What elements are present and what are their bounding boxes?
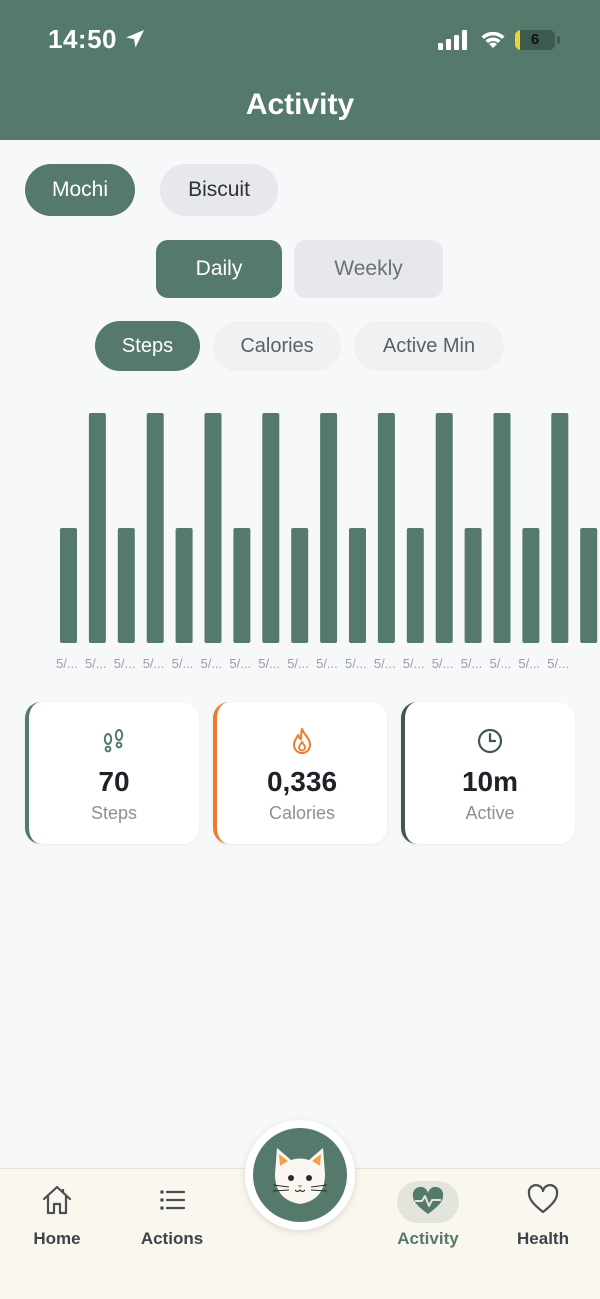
tab-actions[interactable]: Actions (117, 1169, 227, 1269)
heart-icon (527, 1184, 559, 1214)
chart-x-tick-label: 5/... (287, 656, 309, 671)
chart-bar (233, 528, 251, 643)
tab-actions-label: Actions (140, 1229, 204, 1248)
metric-tab-calories[interactable]: Calories (213, 321, 341, 371)
chart-bar (175, 528, 193, 643)
location-arrow-icon (126, 30, 144, 48)
chart-bar (204, 413, 222, 643)
chart-x-tick-label: 5/... (461, 656, 483, 671)
chart-x-tick-label: 5/... (85, 656, 107, 671)
metric-tab-active-min[interactable]: Active Min (354, 321, 504, 371)
battery-cap (557, 36, 560, 44)
cellular-signal-icon (438, 30, 467, 50)
chart-bar (580, 528, 598, 643)
chart-bar (435, 413, 453, 643)
chart-bar (377, 413, 395, 643)
chart-bar (117, 528, 135, 643)
chart-x-tick-label: 5/... (547, 656, 569, 671)
stat-card-active: 10m Active (401, 702, 575, 844)
app-header: 14:50 6 Activity (0, 0, 600, 140)
tab-activity[interactable]: Activity (373, 1169, 483, 1269)
paw-prints-icon (103, 729, 124, 753)
page-title: Activity (245, 88, 355, 121)
center-pet-button[interactable] (245, 1120, 355, 1230)
chart-x-tick-label: 5/... (143, 656, 165, 671)
tab-home-label: Home (33, 1229, 81, 1248)
metric-tab-steps[interactable]: Steps (95, 321, 200, 371)
battery-indicator: 6 (515, 30, 555, 50)
steps-label: Steps (90, 803, 138, 823)
chart-bar (88, 413, 106, 643)
active-label: Active (465, 803, 515, 823)
heart-pulse-icon (412, 1187, 444, 1214)
chart-x-tick-label: 5/... (114, 656, 136, 671)
chart-x-tick-label: 5/... (316, 656, 338, 671)
chart-bar (551, 413, 569, 643)
chart-bar (493, 413, 511, 643)
tab-activity-label: Activity (397, 1229, 459, 1248)
wifi-icon (481, 31, 505, 48)
chart-x-tick-label: 5/... (403, 656, 425, 671)
chart-bar (146, 413, 164, 643)
chart-x-tick-label: 5/... (56, 656, 78, 671)
list-icon (160, 1190, 186, 1210)
chart-bar (291, 528, 309, 643)
tab-weekly[interactable]: Weekly (294, 240, 443, 298)
chart-x-tick-label: 5/... (201, 656, 223, 671)
chart-x-tick-label: 5/... (518, 656, 540, 671)
chart-x-tick-label: 5/... (229, 656, 251, 671)
active-value: 10m (461, 766, 519, 797)
chart-bar (349, 528, 366, 643)
chart-bar (320, 413, 338, 643)
chart-x-tick-label: 5/... (374, 656, 396, 671)
pet-pill-mochi[interactable]: Mochi (25, 164, 135, 216)
steps-value: 70 (98, 766, 130, 797)
tab-daily[interactable]: Daily (156, 240, 282, 298)
clock-icon (477, 728, 503, 754)
cat-face-icon (272, 1148, 328, 1204)
flame-icon (293, 728, 311, 754)
calories-label: Calories (268, 803, 336, 823)
chart-bar (60, 528, 77, 643)
chart-bar (464, 528, 482, 643)
status-time: 14:50 (48, 24, 117, 54)
steps-bar-chart: 5/... 5/... 5/... 5/... 5/... 5/... 5/... 5/...… (56, 413, 598, 671)
chart-x-tick-label: 5/... (490, 656, 512, 671)
chart-bar (406, 528, 424, 643)
pet-pill-biscuit[interactable]: Biscuit (160, 164, 278, 216)
chart-x-tick-label: 5/... (258, 656, 280, 671)
calories-value: 0,336 (266, 766, 338, 797)
battery-level: 6 (530, 31, 540, 48)
chart-bar (262, 413, 280, 643)
stat-card-calories: 0,336 Calories (213, 702, 387, 844)
stat-card-steps: 70 Steps (25, 702, 199, 844)
chart-bar (522, 528, 540, 643)
home-icon (42, 1185, 72, 1215)
chart-x-tick-label: 5/... (345, 656, 367, 671)
tab-health[interactable]: Health (488, 1169, 598, 1269)
tab-health-label: Health (517, 1229, 569, 1248)
chart-x-tick-label: 5/... (172, 656, 194, 671)
tab-home[interactable]: Home (2, 1169, 112, 1269)
tab-activity-highlight (397, 1181, 459, 1223)
chart-x-tick-label: 5/... (432, 656, 454, 671)
